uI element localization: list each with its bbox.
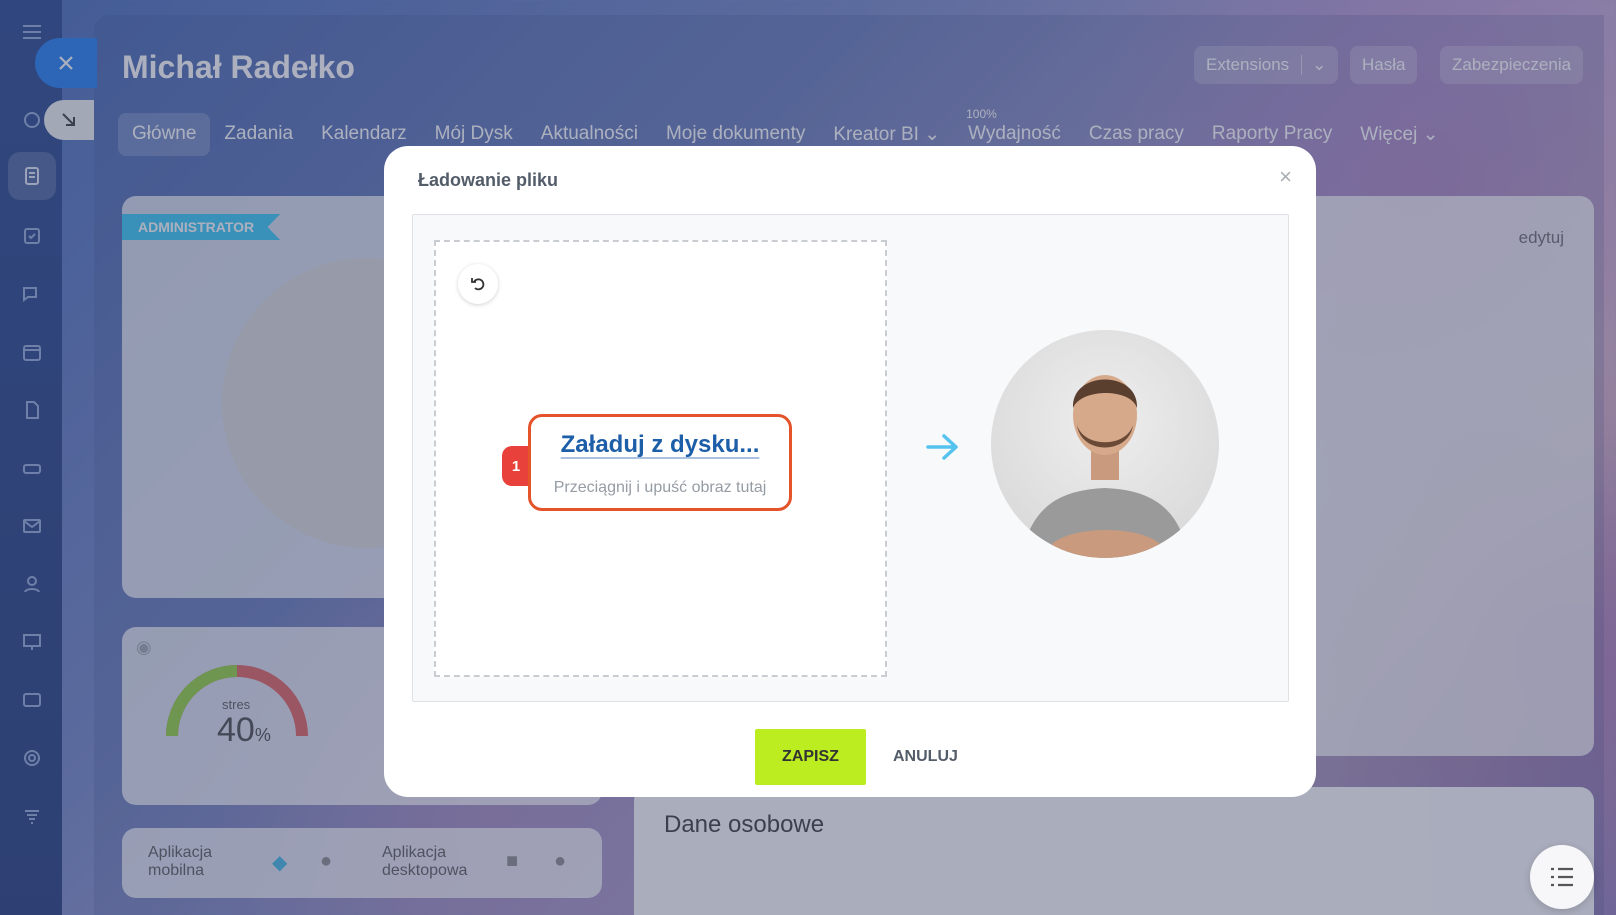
rotate-icon <box>471 278 485 291</box>
modal-title: Ładowanie pliku <box>418 170 559 190</box>
person-photo <box>1021 375 1189 558</box>
upload-from-disk-link[interactable]: Załaduj z dysku... <box>531 431 789 459</box>
upload-modal: Ładowanie pliku × 1 Załaduj z dysku... P… <box>384 146 1316 797</box>
list-menu-button[interactable] <box>1530 845 1594 909</box>
rotate-button[interactable] <box>458 264 498 304</box>
avatar-preview <box>991 330 1219 558</box>
save-button[interactable]: ZAPISZ <box>755 729 866 785</box>
step-marker: 1 <box>502 446 530 486</box>
modal-close-button[interactable]: × <box>1279 164 1292 190</box>
drag-drop-hint: Przeciągnij i upuść obraz tutaj <box>553 479 767 496</box>
upload-highlight: Załaduj z dysku... Przeciągnij i upuść o… <box>528 414 792 511</box>
list-icon <box>1551 867 1573 887</box>
arrow-right-icon <box>926 434 958 460</box>
drop-zone[interactable]: 1 Załaduj z dysku... Przeciągnij i upuść… <box>434 240 887 677</box>
cancel-button[interactable]: ANULUJ <box>881 729 970 785</box>
image-editor: 1 Załaduj z dysku... Przeciągnij i upuść… <box>412 214 1289 702</box>
